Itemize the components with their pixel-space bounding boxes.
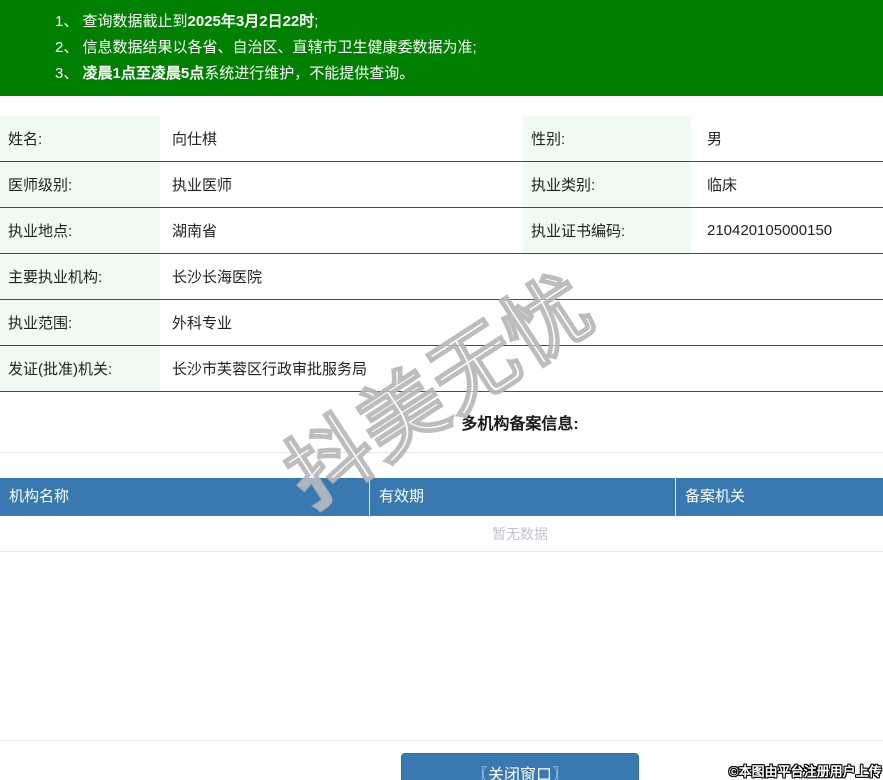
org-column-validity: 有效期 [369,478,675,516]
certificate-number-label: 执业证书编码: [523,208,691,253]
notice-item-3-tail: 系统进行维护，不能提供查询。 [204,65,415,82]
gender-value: 男 [707,131,723,148]
notice-item-3-bold: 凌晨1点至凌晨5点 [82,65,205,82]
practice-scope-value: 外科专业 [172,315,233,332]
notice-item-2: 2、 信息数据结果以各省、自治区、直辖市卫生健康委数据为准; [55,35,883,61]
info-row-location-certno: 执业地点: 湖南省 执业证书编码: 210420105000150 [0,208,883,254]
main-org-label: 主要执业机构: [0,254,160,299]
info-row-name-gender: 姓名: 向仕棋 性别: 男 [0,116,883,162]
query-result-page: 1、 查询数据截止到2025年3月2日22时; 2、 信息数据结果以各省、自治区… [0,0,883,780]
name-value: 向仕棋 [172,131,218,148]
notice-item-3: 3、 凌晨1点至凌晨5点系统进行维护，不能提供查询。 [55,61,883,87]
gender-label: 性别: [523,116,691,161]
empty-state: 暂无数据 [0,516,883,552]
issuing-authority-value: 长沙市芙蓉区行政审批服务局 [172,361,368,378]
info-row-level-category: 医师级别: 执业医师 执业类别: 临床 [0,162,883,208]
notice-item-1: 1、 查询数据截止到2025年3月2日22时; [55,9,883,35]
main-org-value: 长沙长海医院 [172,269,263,286]
notice-item-2-text: 2、 信息数据结果以各省、自治区、直辖市卫生健康委数据为准; [55,39,477,56]
practitioner-info-table: 姓名: 向仕棋 性别: 男 医师级别: 执业医师 执业类别: 临床 执业地点: … [0,116,883,392]
footer: 〖关闭窗口〗 [0,741,883,780]
certificate-number-value: 210420105000150 [707,222,833,239]
practice-category-label: 执业类别: [523,162,691,207]
notice-item-3-text: 3、 [55,65,83,82]
info-row-main-org: 主要执业机构: 长沙长海医院 [0,254,883,300]
practice-location-label: 执业地点: [0,208,160,253]
issuing-authority-label: 发证(批准)机关: [0,346,160,391]
practice-scope-label: 执业范围: [0,300,160,345]
practice-category-value: 临床 [707,177,738,194]
notice-item-1-tail: ; [314,13,319,30]
notice-banner: 1、 查询数据截止到2025年3月2日22时; 2、 信息数据结果以各省、自治区… [0,0,883,96]
org-table-header: 机构名称 有效期 备案机关 [0,478,883,516]
notice-item-1-bold: 2025年3月2日22时 [187,13,315,30]
notice-item-1-text: 1、 查询数据截止到 [55,13,188,30]
org-column-name: 机构名称 [9,488,70,505]
info-row-scope: 执业范围: 外科专业 [0,300,883,346]
doctor-level-label: 医师级别: [0,162,160,207]
multi-org-section-title: 多机构备案信息: [461,416,579,433]
name-label: 姓名: [0,116,160,161]
info-row-issuer: 发证(批准)机关: 长沙市芙蓉区行政审批服务局 [0,346,883,392]
doctor-level-value: 执业医师 [172,177,233,194]
close-window-button[interactable]: 〖关闭窗口〗 [401,753,639,780]
section-divider [0,452,883,453]
practice-location-value: 湖南省 [172,223,218,240]
org-column-authority: 备案机关 [675,478,883,516]
